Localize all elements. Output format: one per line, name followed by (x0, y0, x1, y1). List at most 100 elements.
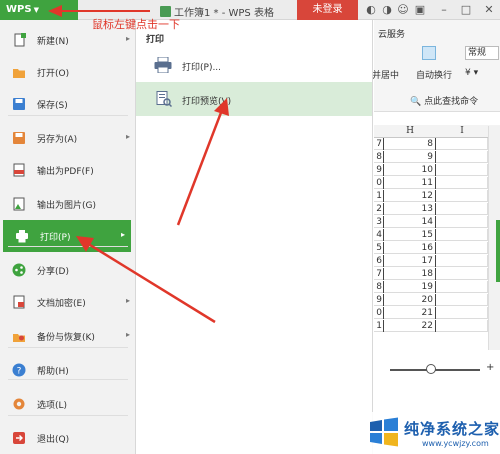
zoom-knob[interactable] (426, 364, 436, 374)
skin-icon[interactable]: ◑ (380, 3, 394, 17)
menu-item-exit[interactable]: 退出(Q) (0, 422, 136, 454)
table-row[interactable]: 3 14 (374, 216, 500, 228)
cell-g[interactable]: 0 (374, 307, 384, 319)
cell-h[interactable]: 8 (384, 138, 436, 150)
cell-i[interactable] (436, 229, 488, 241)
cell-g[interactable]: 2 (374, 203, 384, 215)
maximize-icon[interactable]: □ (459, 3, 473, 17)
table-row[interactable]: 2 13 (374, 203, 500, 215)
merge-center-button[interactable]: 并居中 (372, 68, 399, 81)
table-row[interactable]: 78 (374, 138, 500, 150)
cell-h[interactable]: 21 (384, 307, 436, 319)
menu-item-folder[interactable]: 打开(O) (0, 56, 136, 88)
cell-i[interactable] (436, 216, 488, 228)
print-preview-button[interactable]: 打印预览(V) (136, 82, 372, 116)
cell-i[interactable] (436, 320, 488, 332)
cell-i[interactable] (436, 138, 488, 150)
cell-h[interactable]: 10 (384, 164, 436, 176)
cloud-sync-icon[interactable]: ◐ (364, 3, 378, 17)
zoom-slider[interactable]: + (380, 362, 498, 376)
menu-item-save-as[interactable]: 另存为(A) ▸ (0, 122, 136, 154)
cell-h[interactable]: 15 (384, 229, 436, 241)
select-icon[interactable] (422, 46, 436, 60)
cell-i[interactable] (436, 268, 488, 280)
table-row[interactable]: 89 (374, 151, 500, 163)
lock-icon (12, 295, 26, 309)
table-row[interactable]: 6 17 (374, 255, 500, 267)
menu-item-lock[interactable]: 文档加密(E) ▸ (0, 286, 136, 318)
tab-cloud-service[interactable]: 云服务 (378, 27, 405, 40)
search-icon: 🔍 (410, 97, 422, 107)
side-panel-tab[interactable] (496, 220, 500, 282)
cell-h[interactable]: 14 (384, 216, 436, 228)
cell-h[interactable]: 19 (384, 281, 436, 293)
cell-g[interactable]: 0 (374, 177, 384, 189)
cell-h[interactable]: 17 (384, 255, 436, 267)
window-mode-icon[interactable]: ▣ (413, 3, 427, 17)
column-header-i[interactable]: I (436, 125, 488, 138)
cell-h[interactable]: 20 (384, 294, 436, 306)
table-row[interactable]: 0 21 (374, 307, 500, 319)
print-button[interactable]: 打印(P)... (136, 48, 372, 82)
menu-item-label: 文档加密(E) (37, 299, 86, 309)
cell-i[interactable] (436, 281, 488, 293)
table-row[interactable]: 9 10 (374, 164, 500, 176)
login-button[interactable]: 未登录 (297, 0, 358, 20)
table-row[interactable]: 7 18 (374, 268, 500, 280)
cell-h[interactable]: 9 (384, 151, 436, 163)
cell-g[interactable]: 9 (374, 164, 384, 176)
menu-item-label: 分享(D) (37, 267, 69, 277)
cell-h[interactable]: 22 (384, 320, 436, 332)
cell-g[interactable]: 7 (374, 268, 384, 280)
table-row[interactable]: 0 11 (374, 177, 500, 189)
column-header-h[interactable]: H (384, 125, 436, 138)
table-row[interactable]: 1 12 (374, 190, 500, 202)
cell-i[interactable] (436, 203, 488, 215)
menu-item-pdf[interactable]: 输出为PDF(F) (0, 154, 136, 186)
format-icon[interactable]: ¥ ▾ (465, 68, 478, 78)
cell-i[interactable] (436, 294, 488, 306)
table-row[interactable]: 8 19 (374, 281, 500, 293)
cell-h[interactable]: 11 (384, 177, 436, 189)
cell-i[interactable] (436, 177, 488, 189)
cell-h[interactable]: 18 (384, 268, 436, 280)
cell-i[interactable] (436, 190, 488, 202)
cell-g[interactable]: 3 (374, 216, 384, 228)
cell-h[interactable]: 16 (384, 242, 436, 254)
cell-i[interactable] (436, 242, 488, 254)
close-icon[interactable]: ✕ (482, 3, 496, 17)
cell-i[interactable] (436, 255, 488, 267)
zoom-in-icon[interactable]: + (486, 362, 494, 373)
cell-g[interactable]: 8 (374, 151, 384, 163)
menu-item-help[interactable]: ? 帮助(H) (0, 354, 136, 386)
cell-g[interactable]: 6 (374, 255, 384, 267)
table-row[interactable]: 1 22 (374, 320, 500, 332)
menu-item-share[interactable]: 分享(D) (0, 254, 136, 286)
command-search[interactable]: 🔍 点此查找命令 (410, 94, 478, 107)
cell-g[interactable]: 1 (374, 320, 384, 332)
number-format-dropdown[interactable]: 常规 (465, 46, 499, 60)
cell-g[interactable]: 8 (374, 281, 384, 293)
cell-g[interactable]: 7 (374, 138, 384, 150)
minimize-icon[interactable]: – (437, 3, 451, 17)
cell-i[interactable] (436, 307, 488, 319)
table-row[interactable]: 4 15 (374, 229, 500, 241)
cell-g[interactable]: 4 (374, 229, 384, 241)
wps-menu-button[interactable]: WPS ▼ (0, 0, 78, 20)
feedback-icon[interactable]: ☺ (396, 3, 410, 17)
menu-item-printer[interactable]: 打印(P) ▸ (3, 220, 131, 252)
menu-item-image[interactable]: 输出为图片(G) (0, 188, 136, 220)
cell-g[interactable]: 1 (374, 190, 384, 202)
cell-g[interactable]: 9 (374, 294, 384, 306)
table-row[interactable]: 9 20 (374, 294, 500, 306)
cell-h[interactable]: 12 (384, 190, 436, 202)
spreadsheet-grid[interactable]: H I 7 8 8 9 9 10 0 11 1 12 2 13 3 14 4 15 5 16 6 17 7 18 8 19 9 2… (374, 112, 500, 454)
cell-i[interactable] (436, 151, 488, 163)
watermark-title: 纯净系统之家 (404, 420, 500, 438)
cell-g[interactable]: 5 (374, 242, 384, 254)
chevron-right-icon: ▸ (125, 330, 130, 339)
cell-h[interactable]: 13 (384, 203, 436, 215)
table-row[interactable]: 5 16 (374, 242, 500, 254)
wrap-text-button[interactable]: 自动换行 (416, 68, 452, 81)
cell-i[interactable] (436, 164, 488, 176)
